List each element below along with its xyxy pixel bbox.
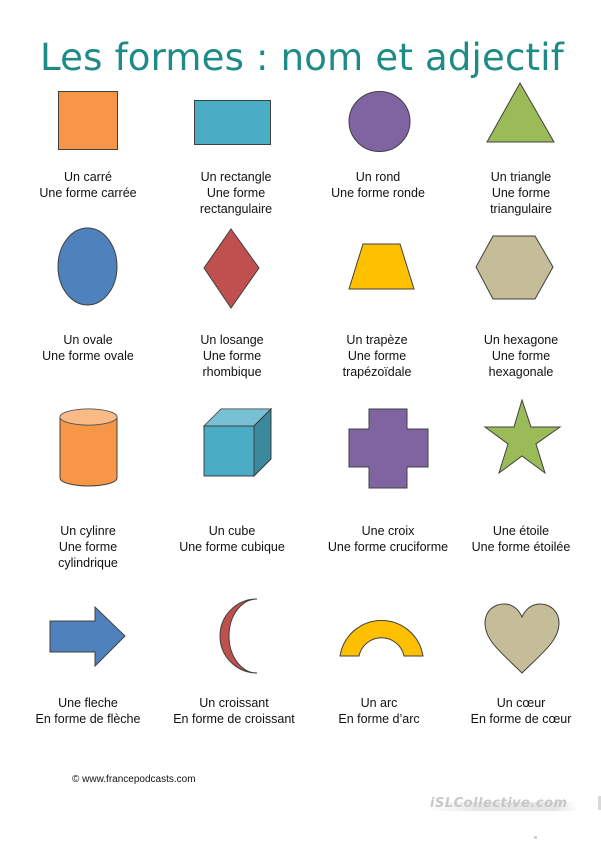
shape-label: Un hexagone Une forme hexagonale bbox=[446, 332, 596, 380]
shape-adjective: hexagonale bbox=[488, 365, 554, 379]
shape-adjective: En forme de flèche bbox=[35, 712, 141, 726]
rhombus-icon bbox=[203, 228, 260, 309]
shape-name: Un rectangle bbox=[200, 170, 272, 184]
shape-label: Un cœur En forme de cœur bbox=[446, 695, 596, 727]
shape-adjective: trapézoïdale bbox=[342, 365, 412, 379]
shape-name: Une étoile bbox=[492, 524, 550, 538]
square-icon bbox=[58, 91, 118, 150]
shape-label: Un rond Une forme ronde bbox=[303, 169, 453, 201]
shape-adjective: Une forme bbox=[206, 186, 266, 200]
shape-name: Une fleche bbox=[58, 696, 118, 710]
shape-label: Un cube Une forme cubique bbox=[157, 523, 307, 555]
shape-adjective: Une forme ronde bbox=[331, 186, 425, 200]
watermark-dot bbox=[534, 836, 537, 839]
shape-adjective: Une forme bbox=[58, 540, 118, 554]
shape-adjective: En forme de cœur bbox=[470, 712, 572, 726]
heart-icon bbox=[484, 603, 560, 674]
shape-label: Un ovale Une forme ovale bbox=[13, 332, 163, 364]
shape-label: Un croissant En forme de croissant bbox=[159, 695, 309, 727]
shape-adjective: Une forme bbox=[491, 349, 551, 363]
shape-name: Un rond bbox=[355, 170, 401, 184]
shape-name: Un losange bbox=[200, 333, 264, 347]
shape-label: Un trapèze Une forme trapézoïdale bbox=[302, 332, 452, 380]
shape-adjective: Une forme cruciforme bbox=[327, 540, 449, 554]
cylinder-icon bbox=[59, 408, 118, 487]
shape-adjective: cylindrique bbox=[58, 556, 118, 570]
shape-adjective: En forme d’arc bbox=[338, 712, 420, 726]
shape-label: Un arc En forme d’arc bbox=[304, 695, 454, 727]
shape-name: Un arc bbox=[360, 696, 398, 710]
shape-name: Un cylinre bbox=[60, 524, 116, 538]
shape-adjective: En forme de croissant bbox=[173, 712, 295, 726]
shape-name: Un croissant bbox=[199, 696, 269, 710]
shape-adjective: triangulaire bbox=[490, 202, 552, 216]
shape-adjective: Une forme ovale bbox=[42, 349, 134, 363]
shape-name: Une croix bbox=[361, 524, 415, 538]
shape-adjective: Une forme bbox=[202, 349, 262, 363]
hexagon-icon bbox=[475, 235, 554, 300]
shape-name: Un cube bbox=[208, 524, 256, 538]
shape-label: Une croix Une forme cruciforme bbox=[313, 523, 463, 555]
copyright-text: © www.francepodcasts.com bbox=[72, 774, 196, 785]
shape-label: Un carré Une forme carrée bbox=[13, 169, 163, 201]
shape-name: Un cœur bbox=[496, 696, 546, 710]
arrow-icon bbox=[49, 605, 126, 668]
shape-adjective: rhombique bbox=[202, 365, 262, 379]
shape-adjective: rectangulaire bbox=[199, 202, 273, 216]
circle-icon bbox=[348, 91, 411, 152]
shape-label: Un losange Une forme rhombique bbox=[157, 332, 307, 380]
crescent-icon bbox=[219, 598, 258, 674]
shape-name: Un triangle bbox=[490, 170, 552, 184]
shape-label: Un cylinre Une forme cylindrique bbox=[13, 523, 163, 571]
shape-name: Un ovale bbox=[63, 333, 113, 347]
shape-name: Un trapèze bbox=[346, 333, 408, 347]
shape-adjective: Une forme bbox=[491, 186, 551, 200]
cube-icon bbox=[202, 407, 273, 478]
shape-label: Une étoile Une forme étoilée bbox=[446, 523, 596, 555]
shape-adjective: Une forme bbox=[347, 349, 407, 363]
shape-name: Un hexagone bbox=[483, 333, 559, 347]
trapezoid-icon bbox=[348, 243, 415, 290]
shape-label: Un rectangle Une forme rectangulaire bbox=[161, 169, 311, 217]
page-title: Les formes : nom et adjectif bbox=[40, 36, 564, 79]
shape-name: Un carré bbox=[64, 170, 112, 184]
watermark-logo: iSLCollective.com bbox=[430, 796, 568, 811]
shape-label: Un triangle Une forme triangulaire bbox=[446, 169, 596, 217]
cross-icon bbox=[348, 408, 429, 489]
rectangle-icon bbox=[194, 100, 271, 145]
oval-icon bbox=[57, 227, 118, 306]
arc-icon bbox=[339, 620, 424, 657]
shape-adjective: Une forme cubique bbox=[179, 540, 285, 554]
shape-label: Une fleche En forme de flèche bbox=[13, 695, 163, 727]
triangle-icon bbox=[486, 81, 555, 143]
star-icon bbox=[483, 398, 562, 475]
shape-adjective: Une forme étoilée bbox=[471, 540, 571, 554]
shape-adjective: Une forme carrée bbox=[39, 186, 137, 200]
